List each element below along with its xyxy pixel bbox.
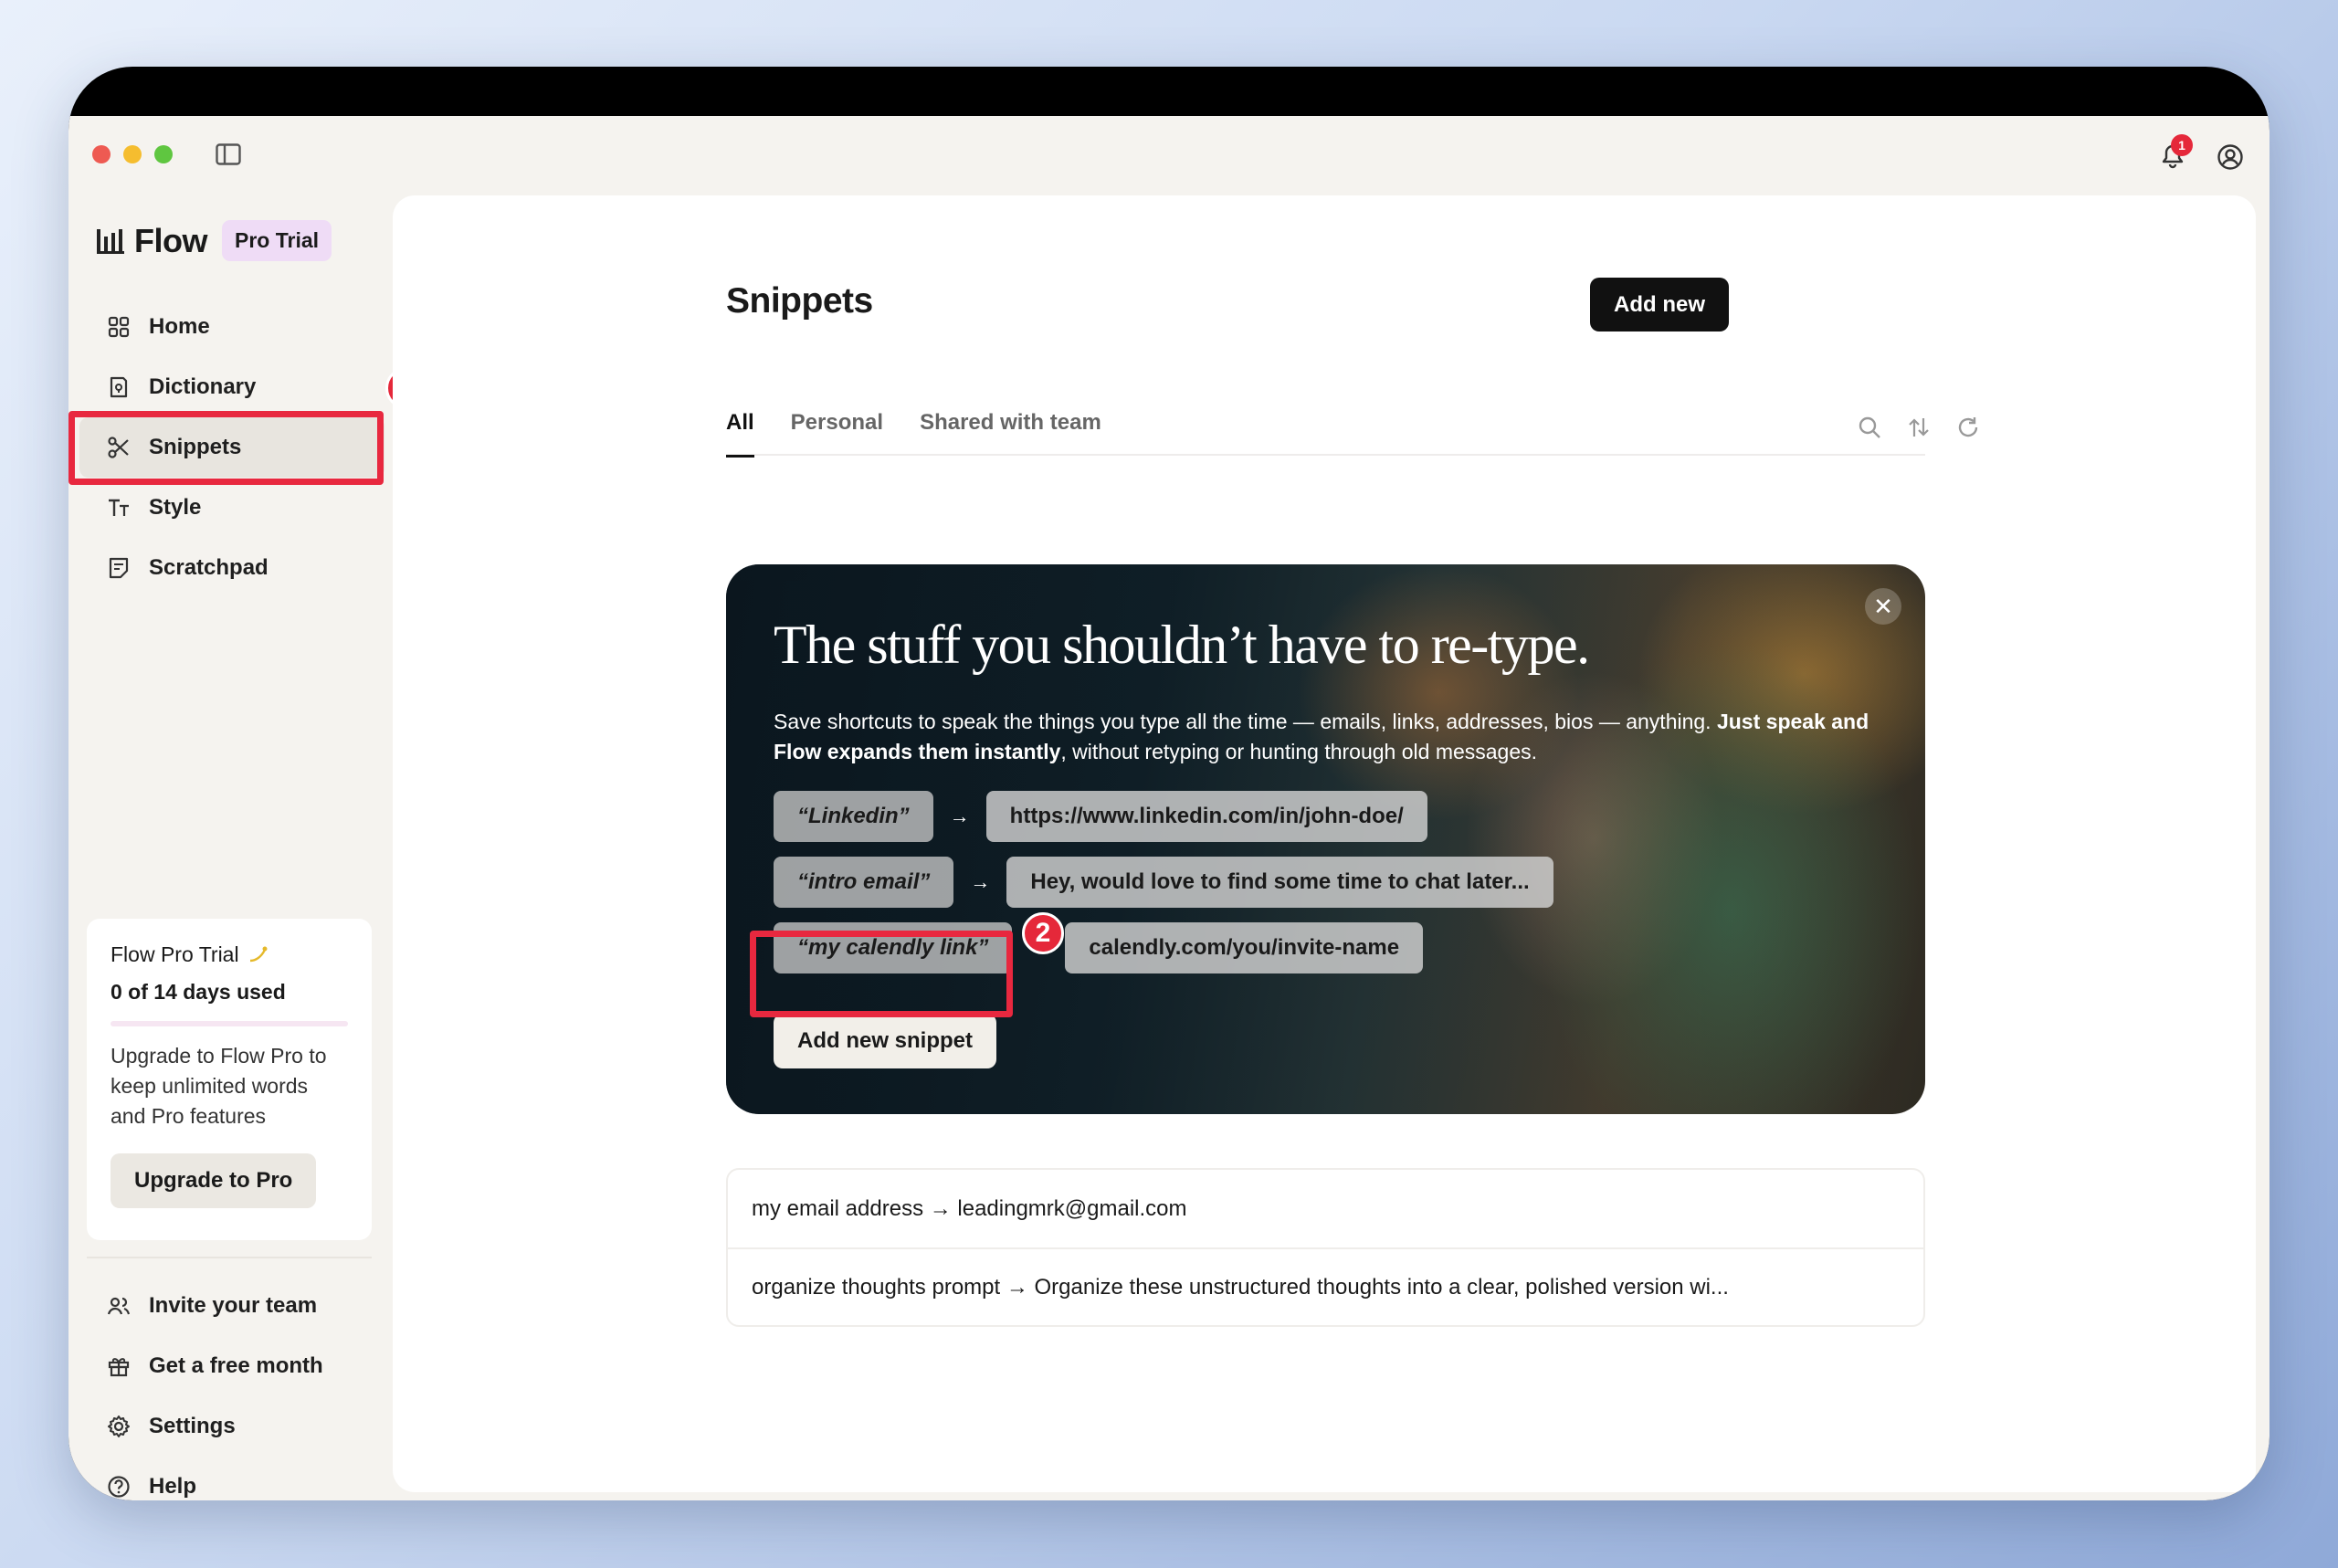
search-icon[interactable]: [1857, 415, 1882, 440]
flow-logo[interactable]: Flow: [96, 222, 207, 260]
list-item[interactable]: organize thoughts prompt → Organize thes…: [728, 1247, 1923, 1325]
app-window: 1 Flow Pro Trial Home Dictionary Snippet…: [68, 67, 2270, 1500]
example-expansion: Hey, would love to find some time to cha…: [1006, 857, 1553, 908]
trial-title: Flow Pro Trial: [111, 942, 348, 967]
sparkle-icon: [249, 946, 268, 962]
example-row: “Linkedin” → https://www.linkedin.com/in…: [774, 791, 1427, 842]
sidebar-item-label: Style: [149, 495, 202, 520]
step-2-marker: 2: [1022, 912, 1064, 954]
highlight-box-snippets: [68, 411, 384, 485]
notification-badge: 1: [2171, 134, 2193, 156]
example-trigger: “Linkedin”: [774, 791, 933, 842]
list-tools: [1857, 415, 1981, 440]
sidebar-item-free-month[interactable]: Get a free month: [79, 1336, 384, 1396]
sort-icon[interactable]: [1906, 415, 1932, 440]
sidebar-bottom-nav: Invite your team Get a free month Settin…: [79, 1276, 384, 1500]
plan-badge: Pro Trial: [221, 220, 332, 261]
gift-icon: [108, 1358, 130, 1377]
text-size-icon: [109, 499, 129, 516]
close-window-button[interactable]: [92, 145, 111, 163]
refresh-icon[interactable]: [1955, 415, 1981, 440]
arrow-icon: →: [949, 805, 970, 827]
sidebar-item-home[interactable]: Home: [79, 297, 384, 357]
sidebar-item-label: Dictionary: [149, 374, 257, 399]
arrow-icon: →: [970, 870, 991, 893]
maximize-window-button[interactable]: [154, 145, 173, 163]
sidebar-item-style[interactable]: Style: [79, 478, 384, 538]
trial-days-used: 0 of 14 days used: [111, 980, 286, 1004]
snippets-intro-banner: ✕ The stuff you shouldn’t have to re-typ…: [726, 564, 1925, 1114]
highlight-box-add-snippet: [750, 931, 1013, 1017]
book-icon: [110, 376, 128, 398]
example-expansion: https://www.linkedin.com/in/john-doe/: [985, 791, 1427, 842]
tab-all[interactable]: All: [726, 410, 754, 458]
banner-headline: The stuff you shouldn’t have to re-type.: [774, 615, 1590, 675]
users-icon: [107, 1297, 131, 1315]
trial-title-text: Flow Pro Trial: [111, 942, 239, 966]
list-item[interactable]: my email address → leadingmrk@gmail.com: [728, 1170, 1923, 1247]
snippet-list: my email address → leadingmrk@gmail.com …: [726, 1168, 1925, 1327]
sidebar-item-label: Home: [149, 314, 210, 339]
sidebar-item-invite-team[interactable]: Invite your team: [79, 1276, 384, 1336]
trial-card: Flow Pro Trial 0 of 14 days used Upgrade…: [87, 919, 372, 1240]
add-new-snippet-button[interactable]: Add new snippet: [774, 1014, 996, 1068]
tab-shared-with-team[interactable]: Shared with team: [920, 410, 1101, 456]
sidebar-item-label: Get a free month: [149, 1353, 323, 1378]
brand-name: Flow: [134, 221, 207, 259]
gear-icon: [108, 1415, 130, 1437]
sidebar-item-label: Settings: [149, 1414, 236, 1438]
sidebar-item-label: Help: [149, 1474, 197, 1499]
grid-icon: [108, 316, 130, 338]
page-title: Snippets: [726, 281, 873, 321]
help-icon: [108, 1476, 130, 1498]
add-new-button[interactable]: Add new: [1590, 278, 1729, 331]
banner-desc-tail: , without retyping or hunting through ol…: [1060, 740, 1538, 763]
sidebar-item-label: Scratchpad: [149, 555, 269, 580]
sidebar-item-dictionary[interactable]: Dictionary: [79, 357, 384, 417]
notifications-button[interactable]: 1: [2158, 134, 2193, 171]
note-icon: [109, 557, 129, 579]
banner-desc-plain: Save shortcuts to speak the things you t…: [774, 710, 1717, 733]
sidebar-divider: [87, 1257, 372, 1258]
example-expansion: calendly.com/you/invite-name: [1065, 922, 1424, 973]
minimize-window-button[interactable]: [123, 145, 142, 163]
trial-progress-bar: [111, 1021, 348, 1026]
example-trigger: “intro email”: [774, 857, 954, 908]
main-panel: Snippets Add new All Personal Shared wit…: [393, 195, 2256, 1492]
banner-description: Save shortcuts to speak the things you t…: [774, 707, 1869, 767]
upgrade-button[interactable]: Upgrade to Pro: [111, 1153, 317, 1208]
sidebar-item-settings[interactable]: Settings: [79, 1396, 384, 1457]
snippet-tabs: All Personal Shared with team: [726, 410, 1925, 458]
close-icon: ✕: [1873, 592, 1893, 620]
account-icon[interactable]: [2217, 143, 2244, 171]
waveform-icon: [97, 228, 124, 254]
window-controls: [92, 145, 173, 163]
sidebar-item-scratchpad[interactable]: Scratchpad: [79, 538, 384, 598]
brand: Flow Pro Trial: [96, 220, 332, 261]
tab-personal[interactable]: Personal: [791, 410, 883, 456]
close-banner-button[interactable]: ✕: [1865, 588, 1901, 625]
trial-description: Upgrade to Flow Pro to keep unlimited wo…: [111, 1044, 327, 1128]
example-row: “intro email” → Hey, would love to find …: [774, 857, 1553, 908]
sidebar-item-help[interactable]: Help: [79, 1457, 384, 1500]
sidebar-toggle-icon[interactable]: [216, 143, 241, 165]
sidebar-item-label: Invite your team: [149, 1293, 318, 1318]
